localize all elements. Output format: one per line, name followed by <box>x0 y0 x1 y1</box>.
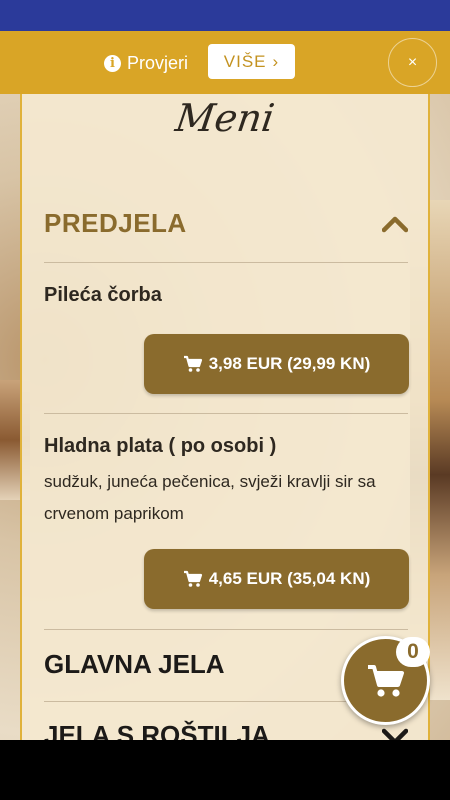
add-to-cart-button[interactable]: 4,65 EUR (35,04 KN) <box>144 549 409 609</box>
price-label: 4,65 EUR (35,04 KN) <box>208 569 371 588</box>
section-title-glavna-jela: GLAVNA JELA <box>44 649 225 679</box>
menu-item-description: sudžuk, juneća pečenica, svježi kravlji … <box>44 472 376 523</box>
navigation-bar <box>0 740 450 800</box>
divider <box>44 629 408 630</box>
menu-item-name: Hladna plata ( po osobi ) <box>44 435 277 457</box>
notice-banner: i Provjeri VIŠE › × <box>0 31 450 94</box>
divider <box>44 413 408 414</box>
price-label: 3,98 EUR (29,99 KN) <box>208 354 371 373</box>
notice-text: Provjeri <box>127 53 189 73</box>
cart-count-badge: 0 <box>396 637 430 667</box>
section-title-predjela: PREDJELA <box>44 208 187 238</box>
add-to-cart-button[interactable]: 3,98 EUR (29,99 KN) <box>144 334 409 394</box>
section-header-predjela[interactable]: PREDJELA <box>44 208 408 239</box>
shopping-cart-icon <box>183 570 202 587</box>
close-icon: × <box>407 53 418 71</box>
shopping-cart-icon <box>183 355 202 372</box>
status-bar <box>0 0 450 31</box>
close-button[interactable]: × <box>388 38 437 87</box>
chevron-up-icon[interactable] <box>382 215 408 233</box>
info-icon: i <box>104 55 121 72</box>
shopping-cart-icon <box>367 664 404 697</box>
divider <box>44 262 408 263</box>
notice-info: i Provjeri <box>104 53 188 74</box>
chevron-right-icon: › <box>272 51 280 71</box>
menu-title: Meni <box>172 96 278 140</box>
more-button-label: VIŠE <box>223 51 267 71</box>
menu-item-name: Pileća čorba <box>44 284 162 306</box>
more-button[interactable]: VIŠE › <box>208 44 295 79</box>
